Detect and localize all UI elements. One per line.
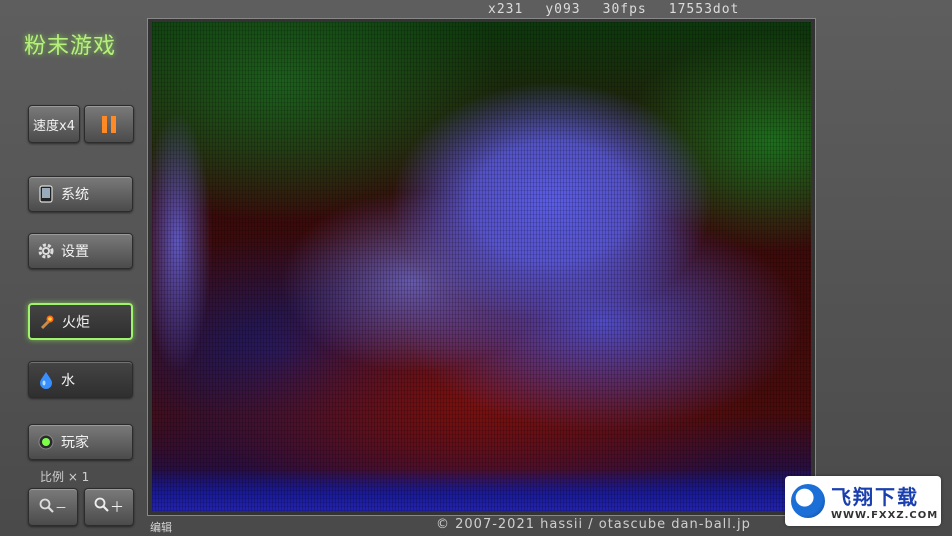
game-canvas[interactable] <box>152 22 811 511</box>
zoom-in-button[interactable]: ＋ <box>84 488 134 526</box>
scale-readout: 比例 × 1 <box>40 470 90 484</box>
site-logo-icon <box>791 484 825 518</box>
watermark-url: WWW.FXXZ.COM <box>831 510 939 521</box>
cursor-x-readout: x231 <box>488 2 524 17</box>
torch-tool-button[interactable]: 火炬 <box>28 303 133 340</box>
app-title: 粉末游戏 <box>24 34 117 59</box>
player-tool-button[interactable]: 玩家 <box>28 424 133 460</box>
water-label: 水 <box>61 372 75 389</box>
water-tool-button[interactable]: 水 <box>28 361 133 398</box>
magnifier-plus-icon <box>94 497 110 517</box>
cursor-y-readout: y093 <box>545 2 581 17</box>
watermark: 飞翔下载 WWW.FXXZ.COM <box>785 476 941 526</box>
system-label: 系统 <box>61 187 89 203</box>
speed-button[interactable]: 速度x4 <box>28 105 80 143</box>
water-drop-icon <box>37 371 55 389</box>
torch-icon <box>38 313 56 331</box>
watermark-brand: 飞翔下载 <box>831 485 919 509</box>
fps-readout: 30fps <box>602 2 647 17</box>
zoom-in-label: ＋ <box>110 500 124 516</box>
watermark-text: 飞翔下载 WWW.FXXZ.COM <box>831 481 938 521</box>
pause-icon-bar <box>111 115 116 133</box>
settings-label: 设置 <box>61 244 89 260</box>
copyright-text: © 2007-2021 hassii / otascube dan-ball.j… <box>436 517 751 532</box>
zoom-out-button[interactable]: － <box>28 488 78 526</box>
zoom-out-label: － <box>54 500 67 515</box>
dot-count-readout: 17553dot <box>668 2 740 17</box>
player-dot-icon <box>37 433 55 451</box>
torch-label: 火炬 <box>62 314 90 331</box>
edit-label[interactable]: 编辑 <box>150 519 172 535</box>
gear-icon <box>37 242 55 260</box>
player-label: 玩家 <box>61 435 89 451</box>
system-button[interactable]: 系统 <box>28 176 133 212</box>
magnifier-minus-icon <box>39 498 55 517</box>
pause-button[interactable] <box>84 105 134 143</box>
pause-icon <box>102 115 107 133</box>
status-bar: x231 y093 30fps 17553dot <box>488 2 761 17</box>
canvas-floor <box>152 469 811 511</box>
tablet-icon <box>37 185 55 203</box>
settings-button[interactable]: 设置 <box>28 233 133 269</box>
